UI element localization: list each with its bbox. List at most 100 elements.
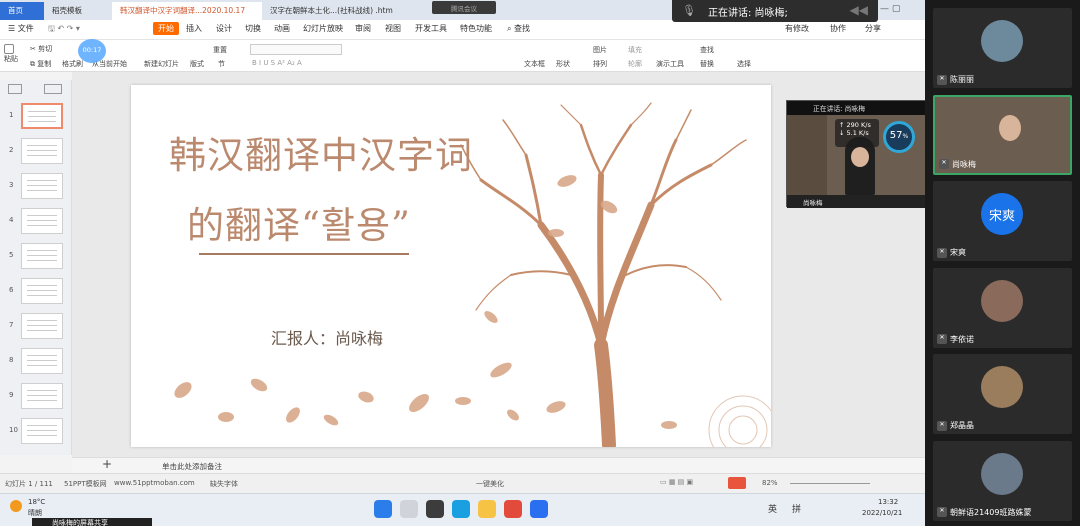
- paste-icon: [4, 44, 14, 54]
- has-changes-button[interactable]: 有修改: [785, 23, 809, 34]
- copy-button[interactable]: ⧉ 复制: [30, 59, 51, 69]
- presenter-face: [851, 147, 869, 167]
- slide-thumbnail[interactable]: [21, 383, 63, 409]
- muted-mic-icon: ✕: [937, 334, 947, 344]
- slide-thumbnail[interactable]: [21, 278, 63, 304]
- thumbnail-view-icon[interactable]: [8, 84, 22, 94]
- outline-button[interactable]: 轮廓: [628, 59, 642, 69]
- section-button[interactable]: 节: [218, 59, 225, 69]
- zoom-slider[interactable]: [790, 483, 870, 484]
- thumbnail-number: 10: [9, 426, 18, 434]
- muted-mic-icon: ✕: [937, 247, 947, 258]
- file-menu[interactable]: ☰ 文件: [8, 23, 34, 34]
- slide-thumbnail[interactable]: [21, 103, 63, 129]
- font-style-buttons[interactable]: B I U S A² A₂ A: [252, 59, 302, 67]
- outline-view-icon[interactable]: [44, 84, 62, 94]
- collaborate-button[interactable]: 协作: [830, 23, 846, 34]
- clock-date[interactable]: 2022/10/21: [862, 509, 902, 517]
- menu-transitions[interactable]: 切换: [245, 23, 261, 34]
- thumbnail-number: 1: [9, 111, 14, 119]
- wps-icon[interactable]: [504, 500, 522, 518]
- play-slideshow-button[interactable]: [728, 477, 746, 489]
- weather-text: 晴朗: [28, 509, 42, 517]
- format-painter-button[interactable]: 格式刷: [62, 59, 83, 69]
- view-mode-buttons[interactable]: ▭ ▦ ▤ ▣: [660, 478, 720, 489]
- ime-pinyin[interactable]: 拼: [792, 502, 801, 515]
- menu-review[interactable]: 审阅: [355, 23, 371, 34]
- missing-font-button[interactable]: 缺失字体: [210, 479, 238, 489]
- start-icon[interactable]: [374, 500, 392, 518]
- menu-slideshow[interactable]: 幻灯片放映: [303, 23, 343, 34]
- new-slide-button[interactable]: 新建幻灯片: [144, 59, 179, 69]
- clock-time[interactable]: 13:32: [878, 498, 898, 506]
- participant-name: 尚咏梅: [952, 159, 976, 169]
- video-name-label: 尚咏梅: [787, 195, 926, 208]
- participant-tile[interactable]: ✕ 郑晶晶: [933, 354, 1072, 434]
- slide-thumbnail[interactable]: [21, 348, 63, 374]
- muted-mic-icon: ✕: [937, 74, 947, 85]
- microphone-icon: 🎙: [682, 4, 696, 17]
- tencent-meeting-icon[interactable]: [530, 500, 548, 518]
- participant-tile[interactable]: ✕ 李依诺: [933, 267, 1072, 348]
- search-icon[interactable]: [400, 500, 418, 518]
- ime-english[interactable]: 英: [768, 502, 777, 515]
- find-button[interactable]: 查找: [700, 45, 714, 55]
- edge-icon[interactable]: [452, 500, 470, 518]
- notes-pane[interactable]: + 单击此处添加备注: [72, 457, 925, 473]
- tab-htm-document[interactable]: 汉字在朝鲜本土化...(社科战线) .htm: [262, 2, 422, 20]
- menu-design[interactable]: 设计: [216, 23, 232, 34]
- tab-home[interactable]: 首页: [0, 2, 44, 20]
- slide-thumbnail[interactable]: [21, 173, 63, 199]
- reset-button[interactable]: 重置: [213, 45, 227, 55]
- task-view-icon[interactable]: [426, 500, 444, 518]
- template-name: 51PPT模板网: [64, 480, 107, 488]
- slide-thumbnail[interactable]: [21, 243, 63, 269]
- textbox-button[interactable]: 文本框: [524, 59, 545, 69]
- meeting-indicator[interactable]: 腾讯会议: [432, 1, 496, 14]
- participant-tile[interactable]: ✕ 朝鲜语21409班路姝蒙: [933, 440, 1072, 521]
- beautify-button[interactable]: 一键美化: [476, 479, 504, 489]
- file-explorer-icon[interactable]: [478, 500, 496, 518]
- fill-button[interactable]: 填充: [628, 45, 642, 55]
- cut-button[interactable]: ✂ 剪切: [30, 44, 52, 54]
- quick-access-icons[interactable]: 🖫 ↶ ↷ ▾: [48, 23, 80, 37]
- slide-thumbnail[interactable]: [21, 208, 63, 234]
- slide-thumbnail[interactable]: [21, 138, 63, 164]
- status-bar: 幻灯片 1 / 111 51PPT模板网 www.51pptmoban.com …: [0, 473, 925, 493]
- participant-tile[interactable]: 宋爽 ✕ 宋爽: [933, 181, 1072, 261]
- arrange-button[interactable]: 排列: [593, 59, 607, 69]
- menu-insert[interactable]: 插入: [186, 23, 202, 34]
- muted-mic-icon: ✕: [937, 420, 947, 431]
- tab-docer[interactable]: 稻壳模板: [44, 2, 112, 20]
- participant-name-row: ✕ 郑晶晶: [937, 420, 974, 431]
- menu-view[interactable]: 视图: [385, 23, 401, 34]
- tab-current-presentation[interactable]: 韩汉翻译中汉字词翻译...2020.10.17: [112, 2, 262, 20]
- layout-button[interactable]: 版式: [190, 59, 204, 69]
- replace-button[interactable]: 替换: [700, 59, 714, 69]
- menu-home[interactable]: 开始: [153, 22, 179, 35]
- slide-thumbnail[interactable]: [21, 313, 63, 339]
- menu-features[interactable]: 特色功能: [460, 23, 492, 34]
- add-icon[interactable]: +: [102, 457, 112, 471]
- volume-icon[interactable]: ◀◀: [850, 3, 868, 17]
- slide-thumbnail[interactable]: [21, 418, 63, 444]
- presenter-video-overlay[interactable]: 正在讲话: 尚咏梅 ↑ 290 K/s ↓ 5.1 K/s 57% 尚咏梅: [786, 100, 926, 208]
- menu-search[interactable]: ⌕ 查找: [507, 23, 530, 34]
- participant-name-row: ✕ 陈丽丽: [937, 74, 974, 85]
- presentation-tools-button[interactable]: 演示工具: [656, 59, 684, 69]
- window-controls[interactable]: — ▢: [880, 0, 925, 20]
- font-family-select[interactable]: [250, 44, 342, 55]
- current-slide[interactable]: 韩汉翻译中汉字词 的翻译“활용” 汇报人：尚咏梅: [131, 85, 771, 447]
- thumbnail-number: 7: [9, 321, 14, 329]
- participant-tile[interactable]: ✕ 尚咏梅: [933, 94, 1072, 175]
- picture-button[interactable]: 图片: [593, 45, 607, 55]
- thumbnail-number: 9: [9, 391, 14, 399]
- shape-button[interactable]: 形状: [556, 59, 570, 69]
- select-button[interactable]: 选择: [737, 59, 751, 69]
- share-button[interactable]: 分享: [865, 23, 881, 34]
- paste-button[interactable]: 粘贴: [4, 44, 18, 64]
- menu-developer[interactable]: 开发工具: [415, 23, 447, 34]
- participant-name: 朝鲜语21409班路姝蒙: [950, 507, 1032, 517]
- menu-animation[interactable]: 动画: [274, 23, 290, 34]
- participant-tile[interactable]: ✕ 陈丽丽: [933, 8, 1072, 88]
